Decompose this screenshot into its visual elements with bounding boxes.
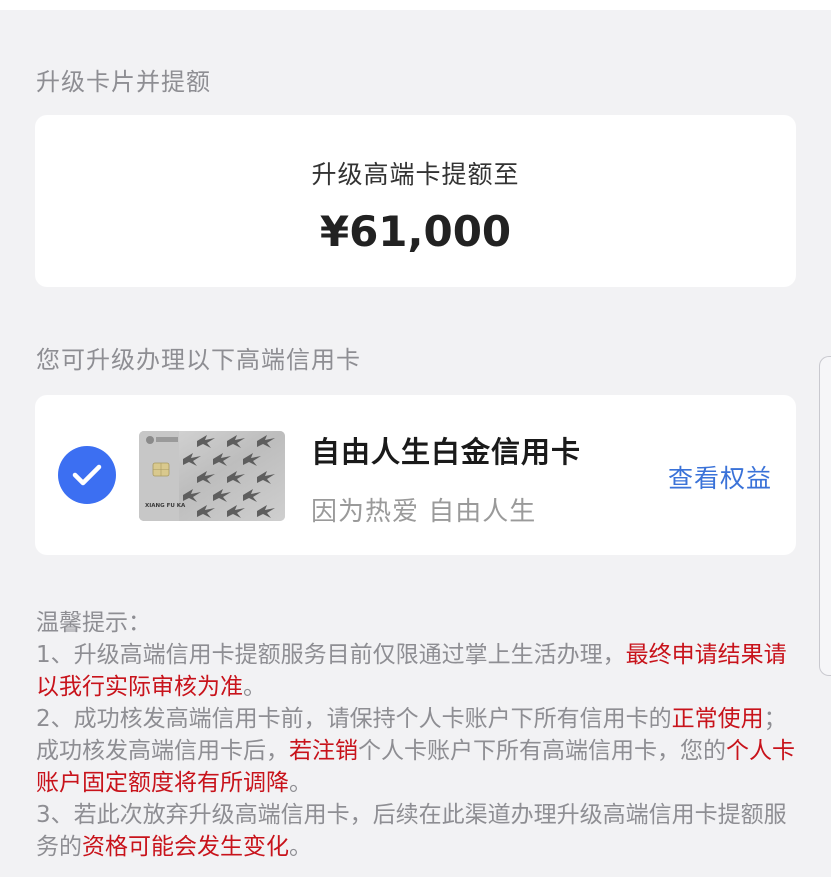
- checkmark-circle-icon[interactable]: [58, 446, 116, 504]
- tips-section: 温馨提示： 1、升级高端信用卡提额服务目前仅限通过掌上生活办理，最终申请结果请以…: [36, 607, 796, 863]
- tips-heading: 温馨提示：: [36, 610, 151, 636]
- limit-amount: ¥61,000: [319, 207, 512, 256]
- card-name: 自由人生白金信用卡: [311, 435, 582, 469]
- checkmark-icon: [72, 464, 102, 486]
- credit-card-image: XIANG FU KA: [139, 431, 285, 521]
- tip-text: 。: [289, 770, 312, 796]
- tip-text: 1、升级高端信用卡提额服务目前仅限通过掌上生活办理，: [36, 642, 626, 668]
- section-title-cards: 您可升级办理以下高端信用卡: [36, 346, 361, 374]
- tip-highlight: 若注销: [289, 738, 358, 764]
- card-image-text: XIANG FU KA: [145, 503, 186, 509]
- upgrade-card-option[interactable]: XIANG FU KA 自由人生白金信用卡 因为热爱 自由人生 查看权益: [35, 395, 796, 555]
- scroll-handle[interactable]: [819, 356, 831, 676]
- card-slogan: 因为热爱 自由人生: [311, 497, 537, 527]
- tip-text: 2、成功核发高端信用卡前，请保持个人卡账户下所有信用卡的: [36, 706, 672, 732]
- limit-card: 升级高端卡提额至 ¥61,000: [35, 115, 796, 287]
- tip-text: 。: [289, 834, 312, 860]
- limit-label: 升级高端卡提额至: [311, 160, 520, 189]
- tip-text: 个人卡账户下所有高端信用卡，您的: [358, 738, 726, 764]
- tip-highlight: 资格可能会发生变化: [82, 834, 289, 860]
- tip-item: 1、升级高端信用卡提额服务目前仅限通过掌上生活办理，最终申请结果请以我行实际审核…: [36, 639, 796, 703]
- tip-item: 2、成功核发高端信用卡前，请保持个人卡账户下所有信用卡的正常使用；成功核发高端信…: [36, 703, 796, 799]
- tip-text: 。: [243, 674, 266, 700]
- tips-list: 1、升级高端信用卡提额服务目前仅限通过掌上生活办理，最终申请结果请以我行实际审核…: [36, 639, 796, 863]
- tip-item: 3、若此次放弃升级高端信用卡，后续在此渠道办理升级高端信用卡提额服务的资格可能会…: [36, 799, 796, 863]
- top-strip: [0, 0, 831, 10]
- tip-highlight: 正常使用: [671, 706, 764, 732]
- view-benefits-link[interactable]: 查看权益: [668, 459, 772, 495]
- section-title-upgrade: 升级卡片并提额: [36, 68, 211, 96]
